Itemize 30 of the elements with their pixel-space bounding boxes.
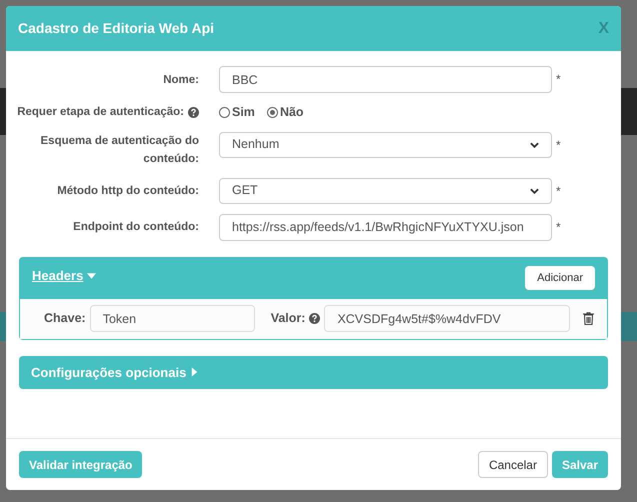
required-mark: *: [556, 182, 561, 200]
field-label: Requer etapa de autenticação:: [17, 105, 184, 120]
add-button[interactable]: Adicionar: [525, 266, 595, 290]
field-label: Método http do conteúdo:: [57, 184, 199, 199]
caret-icon: [192, 368, 198, 377]
required-mark: *: [556, 218, 561, 236]
select-field[interactable]: Nenhum: [219, 132, 552, 158]
key-label: Chave:: [44, 310, 86, 328]
field-label: Endpoint do conteúdo:: [73, 220, 199, 236]
radio-label: Sim: [232, 104, 255, 121]
radio-button[interactable]: [219, 106, 230, 118]
caret-icon: [87, 272, 96, 278]
chevron-down-icon: [530, 188, 539, 194]
modal-title: Cadastro de Editoria Web Api: [18, 19, 214, 38]
value-label: Valor:: [270, 310, 306, 328]
key-field[interactable]: Token: [90, 305, 255, 332]
field-label: Esquema de autenticação do conteúdo:: [40, 134, 199, 167]
field-label: Nome:: [163, 72, 199, 88]
cancel-button[interactable]: Cancelar: [478, 451, 548, 478]
help-icon: [309, 313, 320, 324]
trash-icon[interactable]: [583, 312, 594, 326]
value-field[interactable]: XCVSDFg4w5t#$%w4dvFDV: [324, 305, 570, 332]
text-field[interactable]: https://rss.app/feeds/v1.1/BwRhgicNFYuXTYXU.json: [219, 214, 552, 241]
required-mark: *: [556, 136, 561, 154]
required-mark: *: [556, 71, 561, 88]
radio-button[interactable]: [266, 106, 278, 118]
text-field[interactable]: BBC: [219, 66, 552, 93]
radio-label: Não: [280, 104, 304, 121]
chevron-down-icon: [530, 142, 539, 148]
select-field[interactable]: GET: [219, 178, 552, 204]
